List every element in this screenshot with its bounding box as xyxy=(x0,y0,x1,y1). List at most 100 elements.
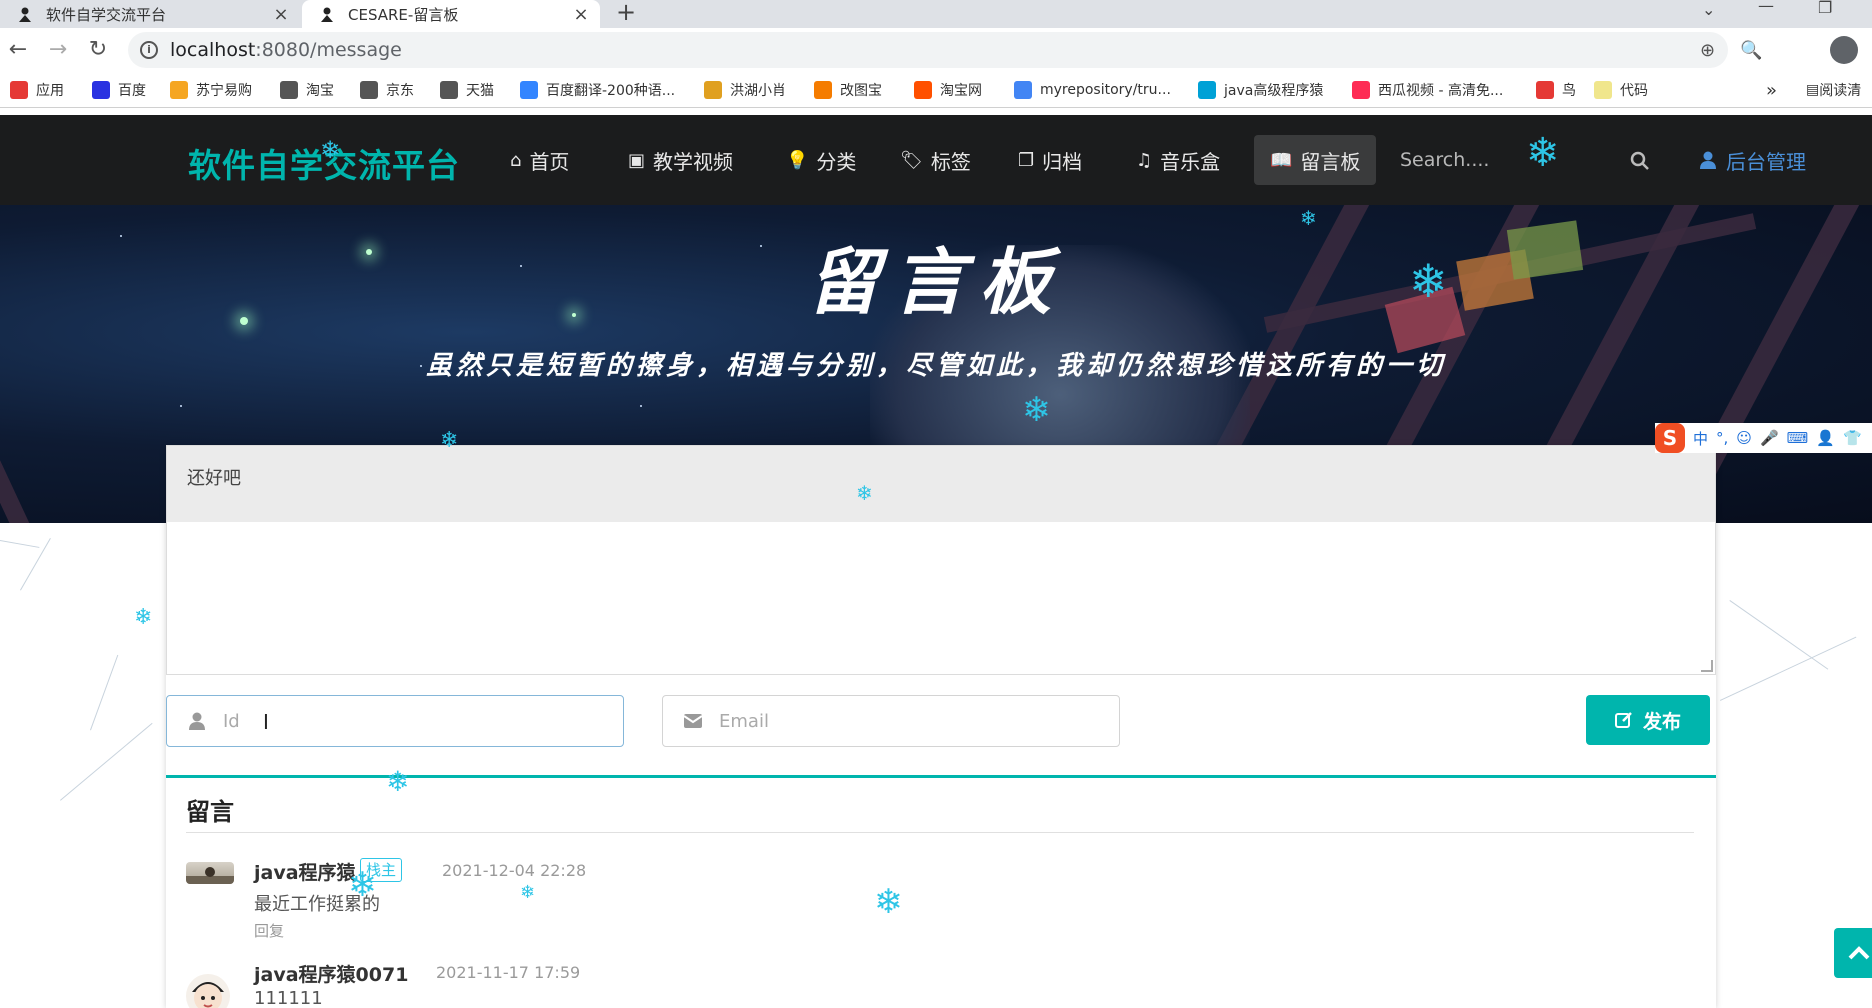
globe-icon xyxy=(280,81,298,99)
ime-toolbar[interactable]: S 中 °, ☺ 🎤 ⌨ 👤 👕 xyxy=(1655,423,1872,453)
message-text: 还好吧 xyxy=(187,468,241,489)
bookmark-item[interactable]: 代码 xyxy=(1594,80,1648,100)
nav-item-5[interactable]: ♫ 音乐盒 xyxy=(1120,135,1236,185)
nav-item-4[interactable]: ❐ 归档 xyxy=(1002,135,1098,185)
bookmark-item[interactable]: 改图宝 xyxy=(814,80,882,100)
page-subtitle: 虽然只是短暂的擦身，相遇与分别，尽管如此，我却仍然想珍惜这所有的一切 xyxy=(425,351,1446,381)
nav-item-label: 音乐盒 xyxy=(1160,149,1221,174)
page-title: 留言板 xyxy=(806,239,1065,324)
nav-item-0[interactable]: ⌂ 首页 xyxy=(494,135,585,185)
reply-link[interactable]: 回复 xyxy=(254,920,284,941)
bookmark-item[interactable]: java高级程序猿 xyxy=(1198,80,1323,100)
email-input[interactable] xyxy=(719,710,1099,732)
message-textarea[interactable]: 还好吧 xyxy=(166,445,1716,675)
zoom-magnifier-icon[interactable]: 🔍 xyxy=(1740,40,1762,61)
nav-item-label: 归档 xyxy=(1042,149,1083,174)
nav-item-label: 标签 xyxy=(930,149,971,174)
nav-item-3[interactable]: 🏷 标签 xyxy=(884,135,987,185)
bookmark-item[interactable]: 西瓜视频 - 高清免... xyxy=(1352,80,1503,100)
profile-avatar-icon[interactable] xyxy=(1830,36,1858,64)
tab-close-icon[interactable]: × xyxy=(270,4,292,25)
globe-icon xyxy=(440,81,458,99)
new-tab-button[interactable]: + xyxy=(612,0,640,28)
site-favicon-icon xyxy=(16,5,34,23)
back-arrow-icon[interactable]: ← xyxy=(4,36,32,64)
site-favicon-icon xyxy=(318,5,336,23)
avatar[interactable] xyxy=(186,862,234,884)
tab-close-icon[interactable]: × xyxy=(570,4,592,25)
browser-tab-1[interactable]: 软件自学交流平台 × xyxy=(0,0,300,28)
bookmark-label: 百度 xyxy=(118,83,146,99)
network-line xyxy=(1729,600,1829,670)
bookmark-item[interactable]: 鸟 xyxy=(1536,80,1576,100)
tab-search-chevron-icon[interactable]: ⌄ xyxy=(1702,0,1715,19)
comment-author[interactable]: java程序猿0071 xyxy=(254,960,408,987)
admin-link[interactable]: 后台管理 xyxy=(1700,135,1806,185)
comment-author[interactable]: java程序猿 xyxy=(254,858,356,885)
ime-punctuation-icon[interactable]: °, xyxy=(1716,429,1728,447)
snowflake-icon: ❄ xyxy=(520,882,536,903)
bookmark-item[interactable]: 百度 xyxy=(92,80,146,100)
id-field[interactable]: I xyxy=(166,695,624,747)
url-omnibox[interactable]: i localhost:8080/message ⊕ xyxy=(128,32,1728,68)
search-input[interactable] xyxy=(1400,140,1600,180)
nav-item-label: 留言板 xyxy=(1300,149,1361,174)
envelope-icon xyxy=(683,714,703,728)
ime-voice-icon[interactable]: 🎤 xyxy=(1760,429,1779,447)
nav-item-label: 首页 xyxy=(529,149,570,174)
bird-red-icon xyxy=(1536,81,1554,99)
tab-title: 软件自学交流平台 xyxy=(46,5,167,24)
home-icon: ⌂ xyxy=(510,149,522,171)
ime-chinese-mode[interactable]: 中 xyxy=(1693,428,1708,449)
nav-item-2[interactable]: 💡 分类 xyxy=(770,135,872,185)
avatar[interactable] xyxy=(186,974,230,1008)
snowflake-icon: ❄ xyxy=(874,882,903,922)
bookmark-item[interactable]: 京东 xyxy=(360,80,414,100)
minimize-icon[interactable]: — xyxy=(1758,0,1774,15)
ime-emoji-icon[interactable]: ☺ xyxy=(1736,429,1752,447)
suning-icon xyxy=(170,81,188,99)
forward-arrow-icon[interactable]: → xyxy=(44,36,72,64)
zoom-icon[interactable]: ⊕ xyxy=(1700,40,1715,61)
lightbulb-icon: 💡 xyxy=(786,149,809,171)
ime-keyboard-icon[interactable]: ⌨ xyxy=(1787,429,1809,447)
back-to-top-button[interactable] xyxy=(1834,928,1872,978)
nav-item-1[interactable]: ▣ 教学视频 xyxy=(612,135,749,185)
nav-item-6[interactable]: 📖 留言板 xyxy=(1254,135,1377,185)
id-input[interactable] xyxy=(223,710,603,732)
search-icon[interactable] xyxy=(1630,151,1650,171)
site-info-icon[interactable]: i xyxy=(140,41,158,59)
chevron-up-icon xyxy=(1848,946,1870,960)
bookmark-item[interactable]: myrepository/tru... xyxy=(1014,80,1171,100)
bookmark-item[interactable]: 淘宝 xyxy=(280,80,334,100)
user-icon xyxy=(1700,151,1716,169)
email-field[interactable] xyxy=(662,695,1120,747)
nav-item-label: 分类 xyxy=(816,149,857,174)
sogou-logo-icon[interactable]: S xyxy=(1655,423,1685,453)
reading-list-button[interactable]: ▤ 阅读清 xyxy=(1806,80,1861,100)
bookmark-item[interactable]: 洪湖小肖 xyxy=(704,80,786,100)
bookmark-item[interactable]: 天猫 xyxy=(440,80,494,100)
textarea-highlight xyxy=(167,446,1715,522)
ime-user-icon[interactable]: 👤 xyxy=(1816,429,1835,447)
bookmark-item[interactable]: 应用 xyxy=(10,80,64,100)
snowflake-icon: ❄ xyxy=(386,765,410,798)
network-line xyxy=(60,722,153,801)
browser-tab-2-active[interactable]: CESARE-留言板 × xyxy=(302,0,600,28)
bookmark-item[interactable]: 百度翻译-200种语... xyxy=(520,80,675,100)
bookmark-item[interactable]: 苏宁易购 xyxy=(170,80,252,100)
publish-button[interactable]: 发布 xyxy=(1586,695,1710,745)
bookmarks-overflow-button[interactable]: » xyxy=(1766,80,1777,101)
comment-date: 2021-12-04 22:28 xyxy=(442,861,587,880)
resize-handle-icon[interactable] xyxy=(1701,660,1713,672)
bookmark-label: 苏宁易购 xyxy=(196,83,252,99)
snowflake-icon: ❄ xyxy=(348,865,377,905)
ime-skin-icon[interactable]: 👕 xyxy=(1843,429,1862,447)
bookmark-label: 改图宝 xyxy=(840,83,882,99)
restore-icon[interactable]: ❐ xyxy=(1818,0,1832,17)
bookmark-label: 代码 xyxy=(1620,83,1648,99)
bookmark-item[interactable]: 淘宝网 xyxy=(914,80,982,100)
network-line xyxy=(0,540,40,548)
url-text[interactable]: localhost:8080/message xyxy=(170,39,402,61)
reload-icon[interactable]: ↻ xyxy=(84,36,112,64)
